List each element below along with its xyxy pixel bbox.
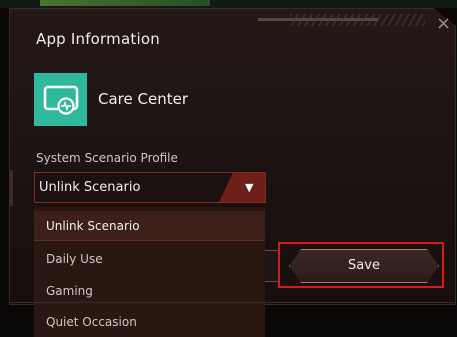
save-label: Save xyxy=(348,258,380,273)
option-quiet-occasion[interactable]: Quiet Occasion xyxy=(34,307,265,337)
title-decoration-stripes xyxy=(290,14,425,26)
left-rail xyxy=(10,170,13,206)
option-label: Quiet Occasion xyxy=(46,315,137,329)
dialog-title: App Information xyxy=(36,30,160,48)
app-name: Care Center xyxy=(98,90,188,108)
top-strip xyxy=(0,0,457,8)
select-value: Unlink Scenario xyxy=(39,180,141,195)
care-center-monitor-icon xyxy=(34,73,87,126)
dropdown-arrow[interactable]: ▼ xyxy=(219,173,265,202)
scenario-profile-select[interactable]: Unlink Scenario ▼ xyxy=(34,172,266,203)
option-unlink-scenario[interactable]: Unlink Scenario xyxy=(34,211,265,241)
chevron-down-icon: ▼ xyxy=(245,181,254,194)
option-label: Daily Use xyxy=(46,252,103,266)
profile-label: System Scenario Profile xyxy=(36,151,178,165)
option-daily-use[interactable]: Daily Use xyxy=(34,244,265,274)
option-label: Unlink Scenario xyxy=(46,219,140,233)
option-label: Gaming xyxy=(46,284,93,298)
background-strip xyxy=(40,0,210,6)
dialog-bottom-border xyxy=(10,302,454,303)
close-icon[interactable]: × xyxy=(436,13,451,34)
scenario-dropdown-list: Unlink Scenario Daily Use Gaming Quiet O… xyxy=(34,207,265,337)
save-button[interactable]: Save xyxy=(289,249,439,283)
